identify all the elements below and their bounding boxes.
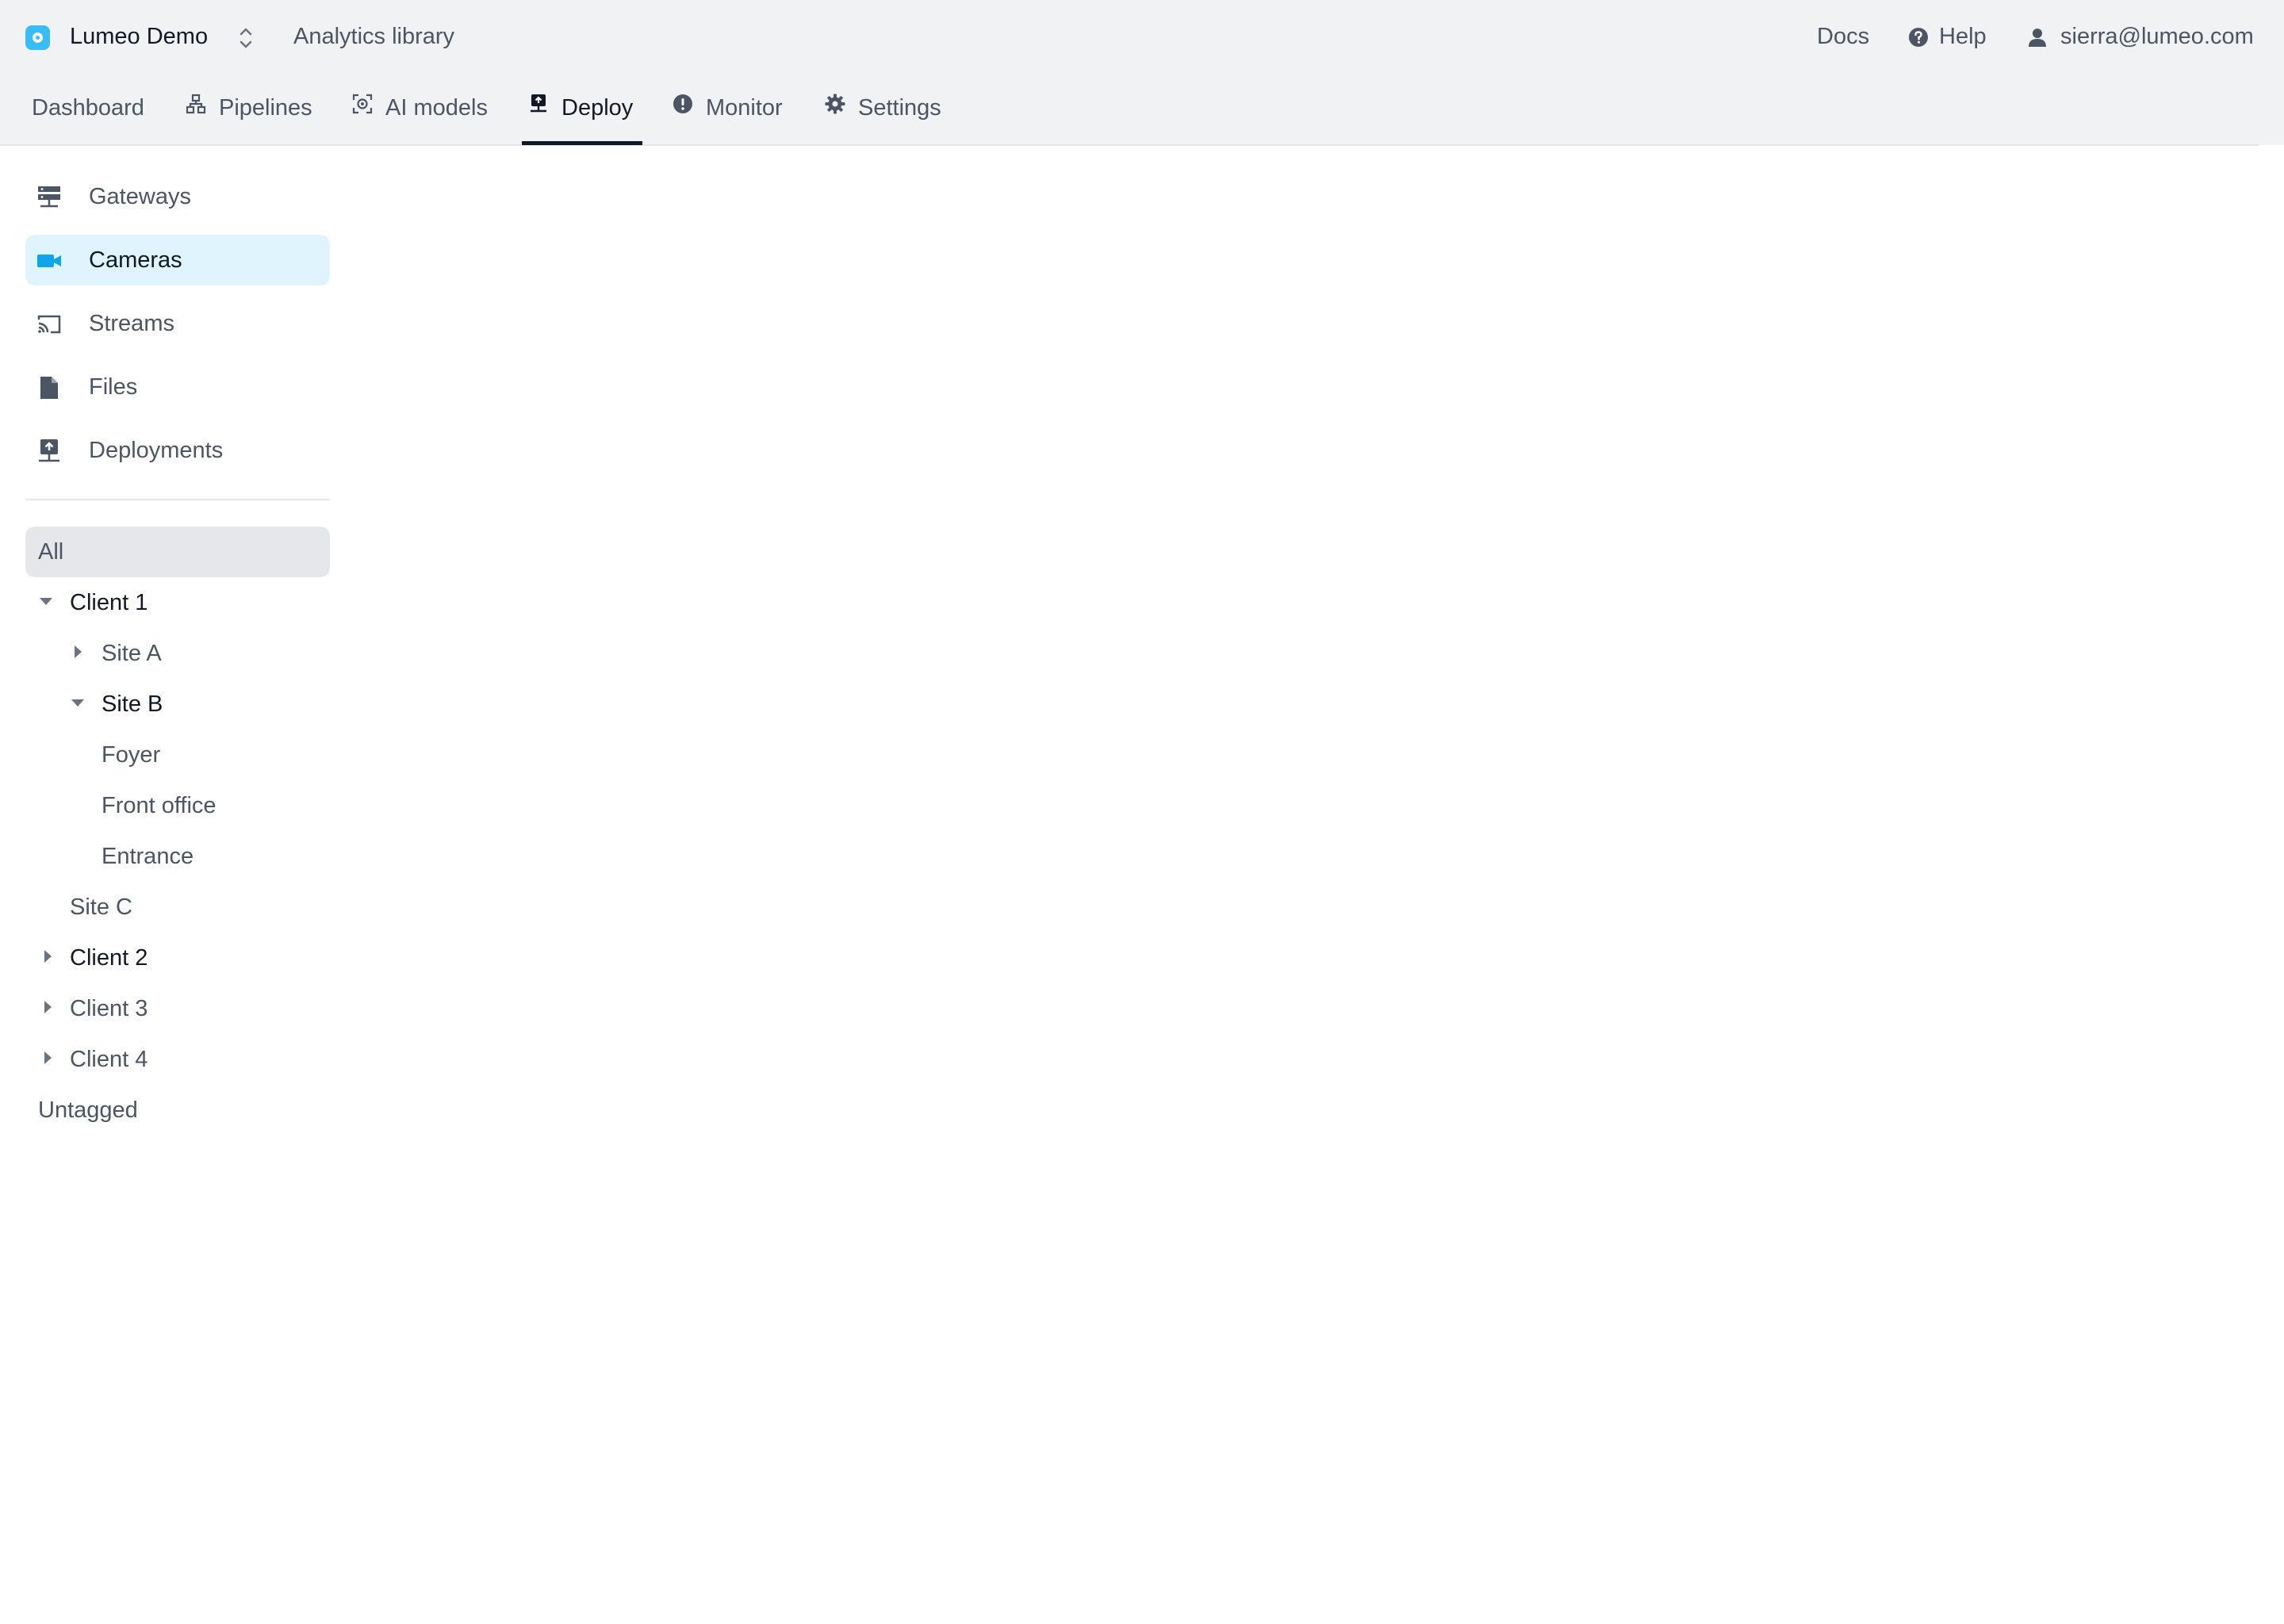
tree-item-client-3[interactable]: Client 3 [25,988,330,1028]
tree-item-all[interactable]: All [25,527,330,577]
tab-dashboard[interactable]: Dashboard [32,82,159,144]
server-icon [38,186,60,208]
tree-item-label: Site B [102,691,163,717]
tab-pipelines[interactable]: Pipelines [186,82,320,144]
sidebar-item-label: Cameras [89,247,182,273]
sidebar-item-cameras[interactable]: Cameras [25,235,330,285]
alert-circle-icon [673,94,692,113]
top-bar-divider [0,144,2259,146]
tree-item-entrance[interactable]: Entrance [102,836,330,875]
tree-item-client-2[interactable]: Client 2 [25,937,330,977]
cast-icon [37,315,61,334]
analytics-library-link[interactable]: Analytics library [293,24,454,50]
docs-link[interactable]: Docs [1817,24,1869,50]
gear-icon [825,94,845,114]
chevron-right-icon[interactable] [44,1051,52,1064]
tab-label: Deploy [561,95,634,121]
help-link[interactable]: Help [1939,24,1987,50]
sidebar-item-deployments[interactable]: Deployments [25,425,330,476]
chevron-right-icon[interactable] [44,1001,52,1013]
tree-item-label: Front office [102,793,217,818]
sidebar-item-label: Files [89,374,138,400]
sidebar-item-streams[interactable]: Streams [25,298,330,349]
user-menu[interactable]: sierra@lumeo.com [2060,24,2254,50]
pipelines-icon [186,94,206,114]
header-row: Lumeo Demo Analytics library Docs Help s… [0,0,2284,76]
tree-item-site-c[interactable]: Site C [70,887,330,926]
tree-item-site-b[interactable]: Site B [57,684,330,723]
chevron-right-icon[interactable] [44,950,52,963]
tab-label: Dashboard [32,95,144,121]
tab-label: Settings [858,95,941,121]
tab-label: AI models [385,95,488,121]
tab-settings[interactable]: Settings [825,82,952,144]
tree-item-label: Foyer [102,742,161,768]
chevron-right-icon[interactable] [75,645,82,658]
tree-item-label: All [38,539,64,565]
org-name[interactable]: Lumeo Demo [70,24,208,50]
sidebar-item-files[interactable]: Files [25,362,330,412]
chevron-down-icon[interactable] [40,598,52,605]
sidebar-item-label: Deployments [89,438,224,463]
tree-item-label: Client 3 [70,996,148,1021]
deploy-icon [531,94,546,113]
tree-item-site-a[interactable]: Site A [57,633,330,672]
lumeo-logo-icon[interactable] [25,25,50,50]
help-icon[interactable] [1908,27,1929,48]
sidebar-divider [25,499,330,500]
org-switch-chevron-icon[interactable] [235,24,257,52]
tab-monitor[interactable]: Monitor [673,82,791,144]
tree-item-foyer[interactable]: Foyer [102,734,330,774]
tree-item-label: Client 2 [70,945,148,971]
tree-item-label: Entrance [102,844,194,869]
tab-deploy[interactable]: Deploy [528,82,642,144]
tree-item-front-office[interactable]: Front office [102,785,330,825]
tree-item-untagged[interactable]: Untagged [38,1090,330,1129]
user-icon[interactable] [2027,27,2048,48]
sidebar-item-gateways[interactable]: Gateways [25,171,330,222]
tab-label: Monitor [706,95,783,121]
tab-ai-models[interactable]: AI models [352,82,495,144]
sidebar-item-label: Streams [89,311,174,336]
tree-item-client-1[interactable]: Client 1 [25,582,330,622]
tree-item-label: Untagged [38,1097,138,1123]
tree-item-client-4[interactable]: Client 4 [25,1039,330,1078]
tree-item-label: Site C [70,894,132,920]
active-tab-indicator [522,141,642,145]
ai-models-icon [352,94,373,114]
tree-item-label: Client 1 [70,590,148,615]
deploy-icon [39,439,59,462]
tree-item-label: Site A [102,641,162,666]
sidebar-item-label: Gateways [89,184,191,209]
video-camera-icon [37,255,61,267]
tab-label: Pipelines [219,95,312,121]
chevron-down-icon[interactable] [71,699,84,707]
file-icon [40,377,58,399]
tree-item-label: Client 4 [70,1047,148,1072]
